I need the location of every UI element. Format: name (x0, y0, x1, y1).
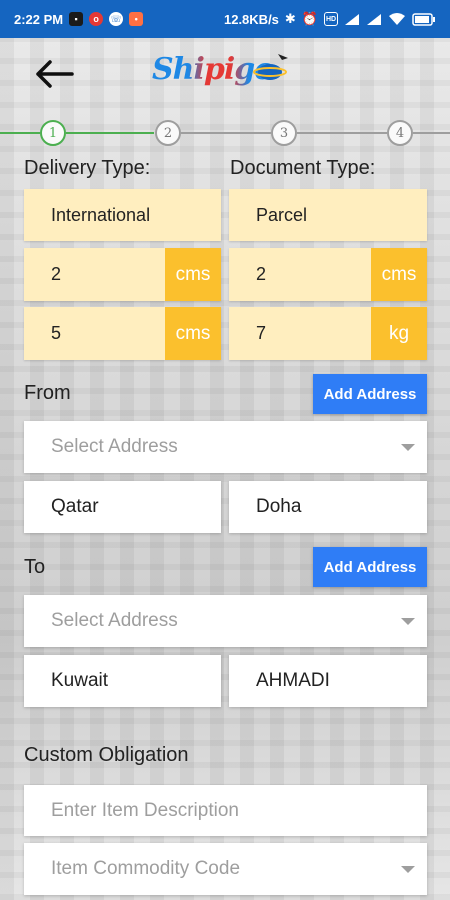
chevron-down-icon (401, 444, 415, 451)
dimension-value-1: 2 (51, 264, 62, 284)
dimension-value-2: 2 (256, 264, 267, 284)
step-line (297, 132, 387, 134)
document-type-label: Document Type: (230, 157, 376, 179)
app-logo: Shipigo (152, 46, 292, 106)
to-country-value: Kuwait (51, 670, 109, 691)
progress-stepper: 1 2 3 4 (0, 118, 450, 148)
dimension-field-3[interactable]: 5 cms (24, 307, 221, 360)
step-line (181, 132, 271, 134)
to-address-select[interactable]: Select Address (24, 595, 427, 647)
custom-obligation-label: Custom Obligation (24, 744, 189, 766)
delivery-type-label: Delivery Type: (24, 157, 151, 179)
from-city-field[interactable]: Doha (229, 481, 427, 533)
signal-icon (345, 13, 359, 25)
status-time: 2:22 PM (14, 11, 64, 27)
step-line-done (66, 132, 154, 134)
to-select-placeholder: Select Address (51, 610, 178, 631)
item-description-input[interactable]: Enter Item Description (24, 785, 427, 836)
dimension-value-3: 5 (51, 323, 62, 343)
status-bar: 2:22 PM ▪ o ☏ • 12.8KB/s ✱ ⏰ HD (0, 0, 450, 38)
step-line-done (0, 132, 40, 134)
sim-icon: ▪ (69, 12, 84, 26)
from-address-select[interactable]: Select Address (24, 421, 427, 473)
unit-badge-cms: cms (165, 248, 221, 301)
unit-badge-kg: kg (371, 307, 427, 360)
bluetooth-icon: ✱ (284, 11, 296, 26)
notification-icon: • (129, 12, 144, 26)
chevron-down-icon (401, 866, 415, 873)
back-button[interactable] (30, 56, 78, 92)
step-3[interactable]: 3 (271, 120, 297, 146)
add-to-address-button[interactable]: Add Address (313, 547, 427, 587)
item-description-placeholder: Enter Item Description (51, 799, 239, 821)
from-country-value: Qatar (51, 496, 99, 517)
globe-plane-icon (253, 54, 288, 80)
add-from-address-button[interactable]: Add Address (313, 374, 427, 414)
document-type-value: Parcel (256, 204, 308, 225)
alarm-icon: ⏰ (301, 11, 318, 26)
from-country-field[interactable]: Qatar (24, 481, 221, 533)
step-2[interactable]: 2 (155, 120, 181, 146)
from-city-value: Doha (256, 496, 302, 517)
network-speed: 12.8KB/s (223, 11, 279, 27)
step-4[interactable]: 4 (387, 120, 413, 146)
weight-value: 7 (256, 323, 267, 343)
commodity-code-placeholder: Item Commodity Code (51, 858, 241, 879)
wifi-icon (389, 13, 405, 25)
from-select-placeholder: Select Address (51, 436, 178, 457)
status-right: 12.8KB/s ✱ ⏰ HD (224, 11, 436, 27)
delivery-type-field[interactable]: International (24, 189, 221, 241)
vodafone-icon: o (89, 12, 104, 26)
battery-icon (412, 12, 435, 26)
whatsapp-icon: ☏ (109, 12, 124, 26)
to-label: To (24, 556, 46, 578)
document-type-field[interactable]: Parcel (229, 189, 427, 241)
delivery-type-value: International (51, 204, 151, 225)
weight-field[interactable]: 7 kg (229, 307, 427, 360)
unit-badge-cms: cms (165, 307, 221, 360)
step-line (413, 132, 450, 134)
chevron-down-icon (401, 618, 415, 625)
app-header: Shipigo (0, 38, 450, 110)
unit-badge-cms: cms (371, 248, 427, 301)
status-left: 2:22 PM ▪ o ☏ • (14, 11, 144, 27)
step-1[interactable]: 1 (40, 120, 66, 146)
to-country-field[interactable]: Kuwait (24, 655, 221, 707)
to-city-value: AHMADI (256, 670, 330, 691)
commodity-code-select[interactable]: Item Commodity Code (24, 843, 427, 895)
from-label: From (24, 382, 71, 404)
dimension-field-2[interactable]: 2 cms (229, 248, 427, 301)
signal-icon (367, 13, 381, 25)
volte-icon: HD (324, 12, 338, 26)
arrow-left-icon (36, 60, 74, 88)
dimension-field-1[interactable]: 2 cms (24, 248, 221, 301)
to-city-field[interactable]: AHMADI (229, 655, 427, 707)
